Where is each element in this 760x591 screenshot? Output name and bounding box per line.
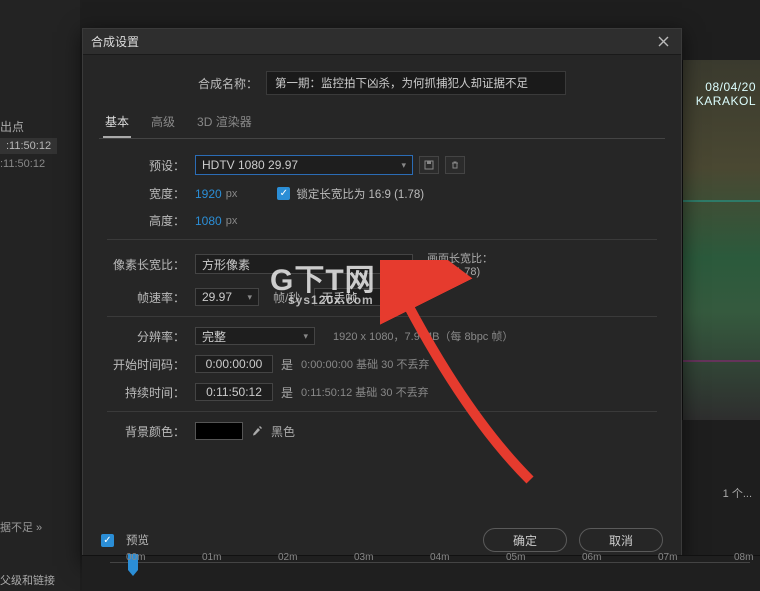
eyedropper-icon [251,425,263,437]
height-field[interactable]: 1080 [195,214,222,228]
close-icon [658,36,669,47]
eyedropper-button[interactable] [249,423,265,439]
comp-name-label: 合成名称： [198,75,258,92]
timeline-mark: 04m [430,552,449,563]
preset-dropdown[interactable]: HDTV 1080 29.97 ▾ [195,155,413,175]
dialog-titlebar: 合成设置 [83,29,681,55]
background-left-panel: 出点 :11:50:12 :11:50:12 据不足 » 父级和链接 [0,0,80,591]
preset-value: HDTV 1080 29.97 [202,158,298,172]
dialog-title: 合成设置 [91,33,139,50]
timeline-mark: 00m [126,552,145,563]
truncated-title: 据不足 » [0,519,42,535]
timeline-mark: 02m [278,552,297,563]
duration-label: 持续时间： [107,384,185,401]
chevron-down-icon: ▾ [381,292,386,303]
dropframe-value: 无丢帧 [321,289,357,306]
chevron-down-icon: ▾ [401,160,406,171]
bgcolor-name: 黑色 [271,423,295,440]
duration-base: 0:11:50:12 基础 30 不丢弃 [301,384,429,400]
count-chip: 1 个... [723,485,752,501]
width-label: 宽度： [107,185,185,202]
fps-dropdown[interactable]: 29.97 ▾ [195,288,259,306]
tab-advanced[interactable]: 高级 [149,109,177,138]
tabs: 基本 高级 3D 渲染器 [99,109,665,139]
resolution-dropdown[interactable]: 完整 ▾ [195,327,315,345]
delete-preset-button[interactable] [445,156,465,174]
preview-checkbox-label: 预览 [126,532,149,548]
overlay-timestamp: 08/04/20 KARAKOL [696,80,756,108]
timeline-mark: 05m [506,552,525,563]
save-preset-button[interactable] [419,156,439,174]
start-tc-label: 开始时间码： [107,356,185,373]
timeline-ruler[interactable]: 00m 01m 02m 03m 04m 05m 06m 07m 08m [82,555,760,591]
width-unit: px [226,188,238,200]
resolution-label: 分辨率： [107,328,185,345]
start-tc-is: 是 [281,356,293,373]
fps-value: 29.97 [202,290,232,304]
out-point-label: 出点 [0,118,24,135]
resolution-info: 1920 x 1080，7.9 MB（每 8bpc 帧） [333,328,513,344]
parent-link-label: 父级和链接 [0,572,55,588]
frame-aspect-value: 16:9 (1.78) [427,266,493,278]
composition-settings-dialog: 合成设置 合成名称： 第一期：监控拍下凶杀，为何抓捕犯人却证据不足 基本 高级 … [82,28,682,562]
trash-icon [450,160,460,170]
timeline-mark: 08m [734,552,753,563]
resolution-value: 完整 [202,328,226,345]
bgcolor-swatch[interactable] [195,422,243,440]
out-point-timecode-dim: :11:50:12 [0,158,45,170]
preview-checkbox[interactable]: ✓ [101,534,114,547]
chevron-down-icon: ▾ [303,331,308,342]
chevron-down-icon: ▾ [247,292,252,303]
ok-button[interactable]: 确定 [483,528,567,552]
timeline-mark: 07m [658,552,677,563]
cancel-button[interactable]: 取消 [579,528,663,552]
save-icon [424,160,434,170]
lock-aspect-label: 锁定长宽比为 16:9 (1.78) [296,186,424,202]
height-label: 高度： [107,212,185,229]
preset-label: 预设： [107,157,185,174]
fps-unit: 帧/秒 [273,289,300,306]
par-dropdown[interactable]: 方形像素 ▾ [195,254,413,274]
height-unit: px [226,215,238,227]
tab-basic[interactable]: 基本 [103,109,131,138]
dropframe-dropdown[interactable]: 无丢帧 ▾ [314,288,392,306]
chevron-down-icon: ▾ [401,259,406,270]
frame-aspect-label: 画面长宽比： [427,250,493,266]
bgcolor-label: 背景颜色： [107,423,185,440]
close-button[interactable] [653,32,673,52]
width-field[interactable]: 1920 [195,187,222,201]
fps-label: 帧速率： [107,289,185,306]
preview-thumbnail: 08/04/20 KARAKOL [682,60,760,420]
start-tc-field[interactable]: 0:00:00:00 [195,355,273,373]
out-point-timecode-selected: :11:50:12 [0,138,57,154]
duration-is: 是 [281,384,293,401]
start-tc-base: 0:00:00:00 基础 30 不丢弃 [301,356,429,372]
tab-3d-renderer[interactable]: 3D 渲染器 [195,109,254,138]
lock-aspect-checkbox[interactable]: ✓ [277,187,290,200]
timeline-mark: 06m [582,552,601,563]
timeline-mark: 03m [354,552,373,563]
comp-name-field[interactable]: 第一期：监控拍下凶杀，为何抓捕犯人却证据不足 [266,71,566,95]
timeline-mark: 01m [202,552,221,563]
par-label: 像素长宽比： [107,256,185,273]
par-value: 方形像素 [202,256,250,273]
duration-field[interactable]: 0:11:50:12 [195,383,273,401]
